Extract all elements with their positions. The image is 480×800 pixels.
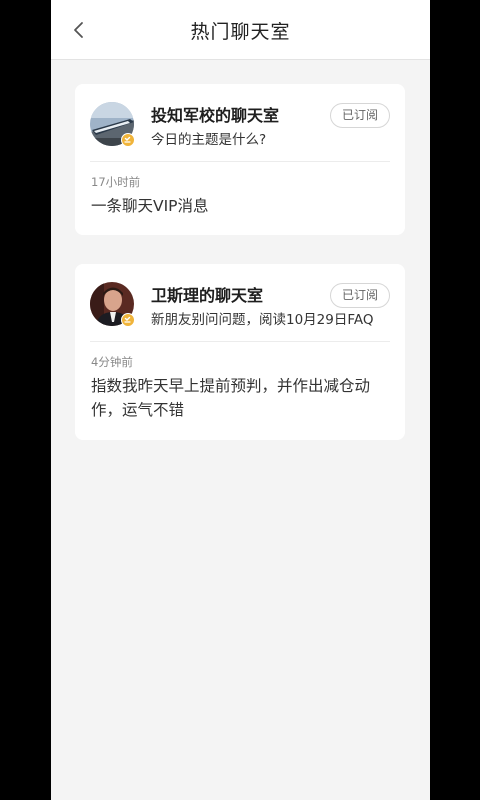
verified-badge-icon	[121, 313, 135, 327]
subscribed-button[interactable]: 已订阅	[330, 103, 390, 128]
chatroom-topic: 今日的主题是什么?	[151, 132, 267, 148]
page-title: 热门聊天室	[190, 21, 291, 43]
latest-message: 一条聊天VIP消息	[91, 197, 209, 215]
nav-header: 热门聊天室	[51, 0, 430, 60]
avatar[interactable]	[90, 282, 135, 327]
chatroom-name: 投知军校的聊天室	[151, 106, 280, 125]
divider	[90, 161, 390, 162]
subscribed-button[interactable]: 已订阅	[330, 283, 390, 308]
chatroom-topic: 新朋友别问问题，阅读10月29日FAQ	[151, 312, 374, 328]
verified-badge-icon	[121, 133, 135, 147]
chatroom-card[interactable]: 卫斯理的聊天室 新朋友别问问题，阅读10月29日FAQ 已订阅 4分钟前 指数我…	[75, 264, 405, 440]
avatar[interactable]	[90, 102, 135, 147]
app-screen: 热门聊天室 投知军校的聊天室 今日的主题是什么? 已订阅 17小时前 一条聊天V…	[51, 0, 430, 800]
chatroom-name: 卫斯理的聊天室	[151, 286, 264, 305]
latest-message: 指数我昨天早上提前预判，并作出减仓动作，运气不错	[91, 377, 371, 419]
chatroom-card[interactable]: 投知军校的聊天室 今日的主题是什么? 已订阅 17小时前 一条聊天VIP消息	[75, 84, 405, 235]
message-time: 17小时前	[91, 175, 141, 189]
divider	[90, 341, 390, 342]
message-time: 4分钟前	[91, 355, 133, 369]
